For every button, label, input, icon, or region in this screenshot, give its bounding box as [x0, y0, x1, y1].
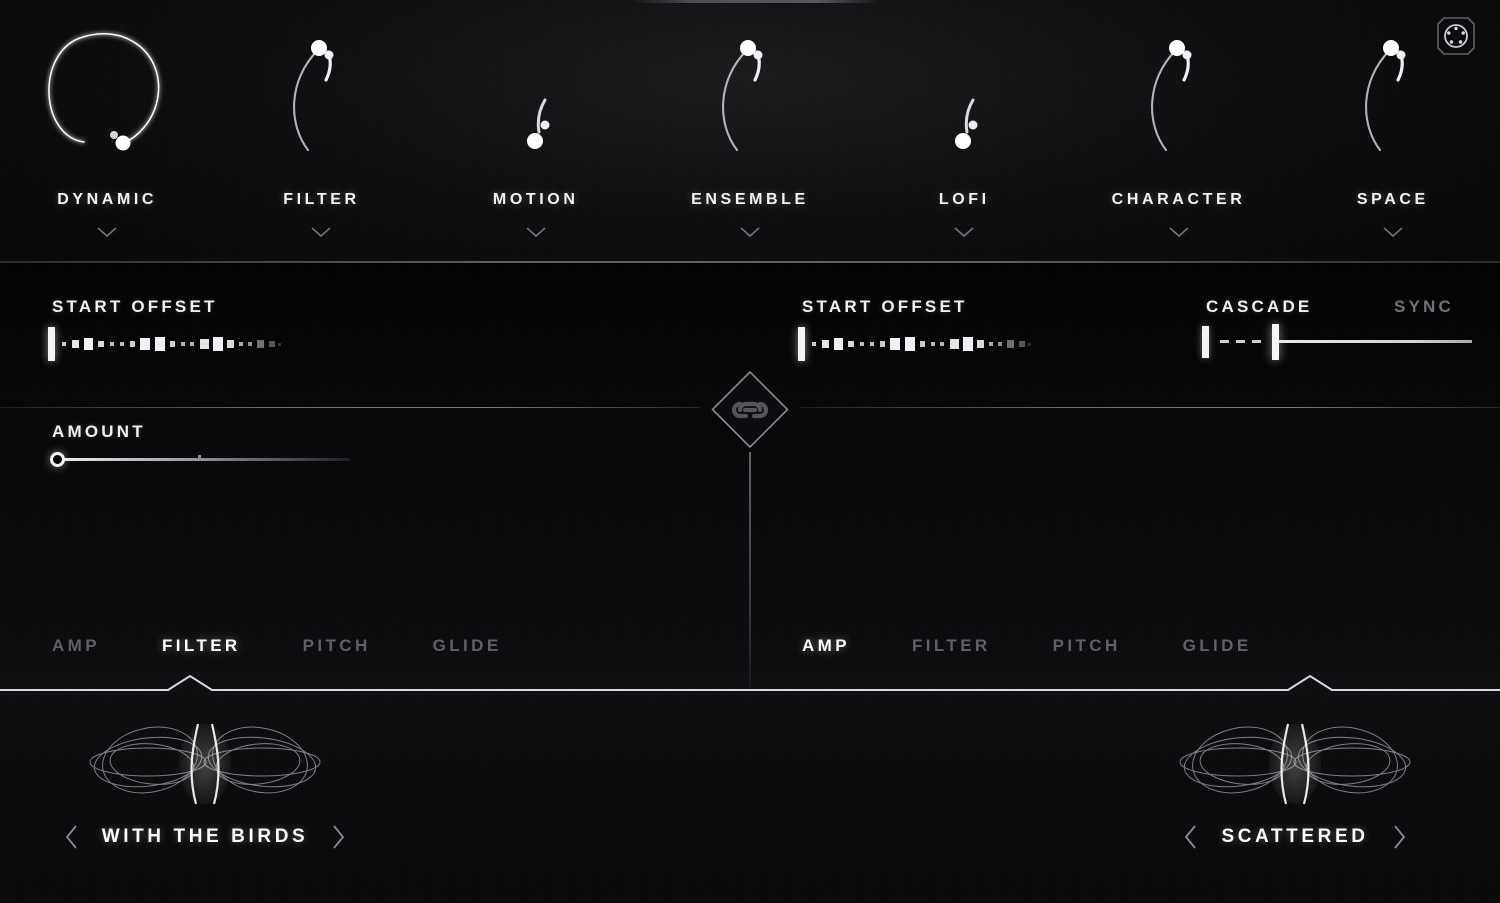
- chevron-down-icon[interactable]: [1168, 225, 1190, 238]
- layer-a-tabs: AMP FILTER PITCH GLIDE: [52, 636, 502, 656]
- link-stem: [749, 452, 751, 688]
- amount-label: AMOUNT: [52, 422, 146, 441]
- start-offset-slider[interactable]: [48, 327, 288, 361]
- sync-toggle[interactable]: SYNC: [1394, 297, 1454, 317]
- module-label: DYNAMIC: [57, 191, 158, 208]
- chevron-down-icon[interactable]: [953, 225, 975, 238]
- start-offset-handle[interactable]: [48, 327, 55, 361]
- tab-filter[interactable]: FILTER: [912, 636, 991, 656]
- module-dynamic[interactable]: DYNAMIC: [0, 0, 214, 261]
- chevron-down-icon[interactable]: [739, 225, 761, 238]
- layer-b-panel: START OFFSET CASCADE SYNC AMP FILTER PIT…: [750, 261, 1500, 900]
- tab-glide[interactable]: GLIDE: [433, 636, 502, 656]
- module-label: MOTION: [492, 191, 579, 208]
- cascade-label: CASCADE: [1206, 297, 1313, 316]
- layer-a-panel: START OFFSET AMP FILTER PITCH GLIDE AMOU…: [0, 261, 750, 900]
- module-space[interactable]: SPACE: [1286, 0, 1500, 261]
- module-label: ENSEMBLE: [691, 191, 809, 208]
- arc-short-icon: [879, 24, 1049, 154]
- spectral-wings-art[interactable]: [80, 708, 330, 820]
- module-ensemble[interactable]: ENSEMBLE: [643, 0, 857, 261]
- plugin-window: DYNAMIC FILTER MOTION ENSEMBLE LOFI CHAR…: [0, 0, 1500, 903]
- layer-b-tabs: AMP FILTER PITCH GLIDE: [802, 636, 1252, 656]
- arc-swoosh-icon: [665, 24, 835, 154]
- source-area: WITH THE BIRDS SCATTERED: [0, 672, 1500, 903]
- tab-pitch[interactable]: PITCH: [303, 636, 371, 656]
- chevron-left-icon[interactable]: [64, 824, 80, 850]
- spectral-wings-art[interactable]: [1170, 708, 1420, 820]
- start-offset-label: START OFFSET: [52, 297, 218, 316]
- amount-handle[interactable]: [50, 452, 65, 467]
- start-offset-slider[interactable]: [798, 327, 1038, 361]
- layer-a-tab-divider: [0, 407, 700, 408]
- start-offset-waveform: [60, 327, 288, 361]
- chevron-down-icon[interactable]: [1382, 225, 1404, 238]
- start-offset-label: START OFFSET: [802, 297, 968, 316]
- source-left-name[interactable]: WITH THE BIRDS: [102, 826, 309, 848]
- source-right: SCATTERED: [1130, 708, 1460, 893]
- arc-swoosh-icon: [236, 24, 406, 154]
- chevron-right-icon[interactable]: [1391, 824, 1407, 850]
- module-filter[interactable]: FILTER: [214, 0, 428, 261]
- cascade-track[interactable]: [1278, 340, 1472, 343]
- module-character[interactable]: CHARACTER: [1071, 0, 1285, 261]
- chevron-down-icon[interactable]: [96, 225, 118, 238]
- arc-short-icon: [451, 24, 621, 154]
- module-strip: DYNAMIC FILTER MOTION ENSEMBLE LOFI CHAR…: [0, 0, 1500, 261]
- tab-glide[interactable]: GLIDE: [1183, 636, 1252, 656]
- start-offset-handle[interactable]: [798, 327, 805, 361]
- amount-slider[interactable]: [50, 451, 350, 469]
- link-layers-button[interactable]: [707, 367, 793, 453]
- tab-pitch[interactable]: PITCH: [1053, 636, 1121, 656]
- cascade-slider[interactable]: [1202, 323, 1480, 361]
- module-lofi[interactable]: LOFI: [857, 0, 1071, 261]
- module-label: SPACE: [1356, 191, 1429, 208]
- chevron-left-icon[interactable]: [1183, 824, 1199, 850]
- chevron-down-icon[interactable]: [525, 225, 547, 238]
- source-right-nav: SCATTERED: [1183, 824, 1406, 850]
- module-label: CHARACTER: [1111, 191, 1246, 208]
- chevron-down-icon[interactable]: [310, 225, 332, 238]
- cascade-min-marker: [1202, 326, 1209, 358]
- module-motion[interactable]: MOTION: [429, 0, 643, 261]
- amount-track[interactable]: [56, 458, 350, 461]
- cascade-dashed-range: [1220, 340, 1268, 343]
- arc-swoosh-icon: [1308, 24, 1478, 154]
- chevron-right-icon[interactable]: [330, 824, 346, 850]
- layer-b-tab-divider: [800, 407, 1500, 408]
- module-label: FILTER: [283, 191, 360, 208]
- source-right-name[interactable]: SCATTERED: [1221, 826, 1368, 848]
- arc-swoosh-icon: [1094, 24, 1264, 154]
- source-left-nav: WITH THE BIRDS: [64, 824, 347, 850]
- start-offset-waveform: [810, 327, 1038, 361]
- source-left: WITH THE BIRDS: [40, 708, 370, 893]
- arc-loop-icon: [22, 24, 192, 154]
- tab-filter[interactable]: FILTER: [162, 636, 241, 656]
- tab-amp[interactable]: AMP: [802, 636, 850, 656]
- module-label: LOFI: [938, 191, 990, 208]
- tab-amp[interactable]: AMP: [52, 636, 100, 656]
- amount-center-tick: [198, 455, 201, 459]
